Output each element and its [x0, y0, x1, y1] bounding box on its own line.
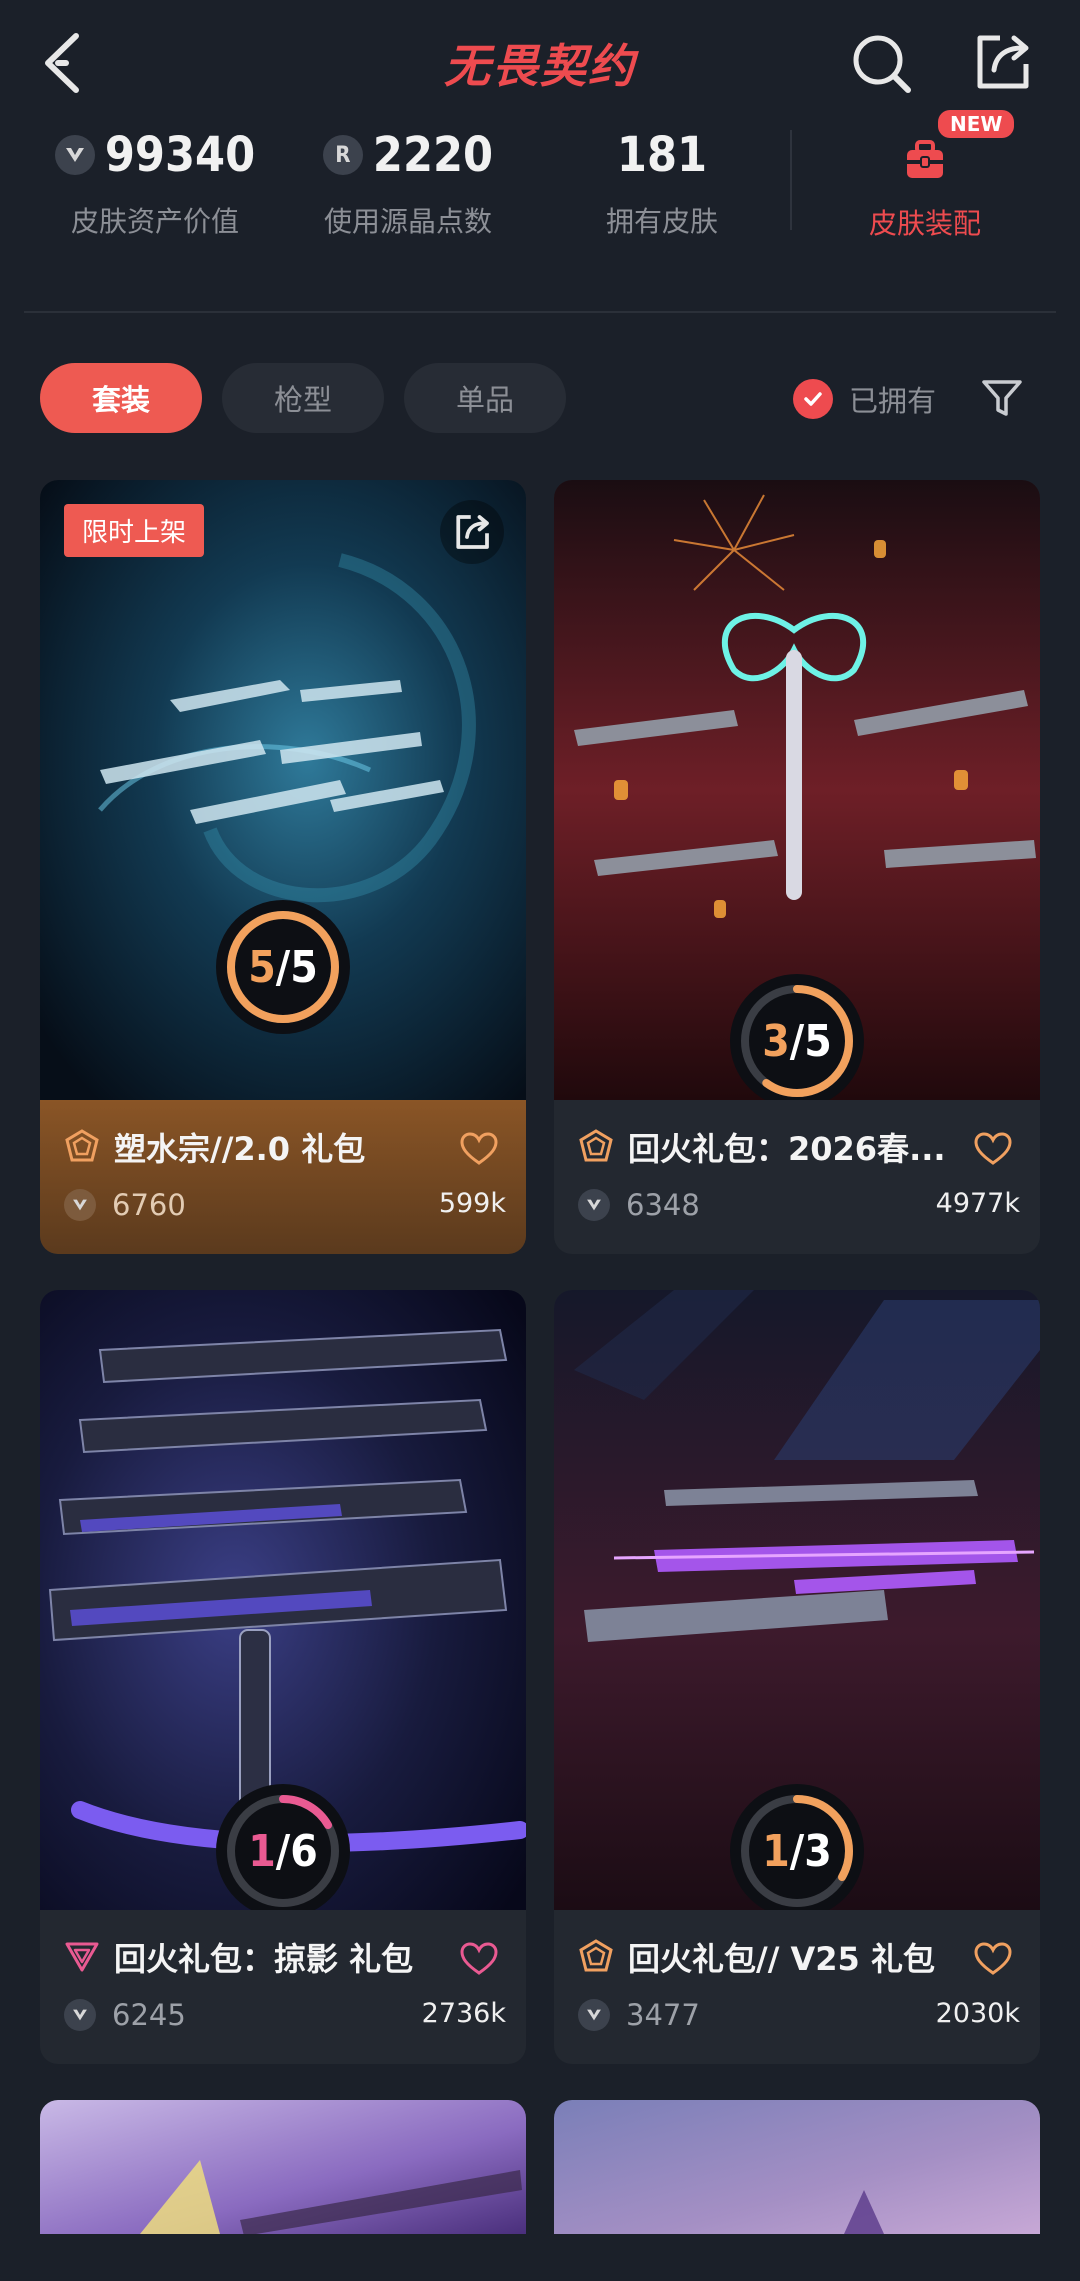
limited-time-badge: 限时上架	[64, 504, 205, 557]
owned-count: 1	[248, 1825, 276, 1877]
tier-triangle-icon	[65, 1942, 99, 1972]
likes-count: 599k	[438, 1188, 506, 1219]
price-value: 6760	[112, 1188, 186, 1222]
search-icon[interactable]	[850, 32, 914, 96]
bundle-card[interactable]: 3/5 回火礼包：2026春... 6348 4977k	[554, 480, 1040, 1254]
bundle-price: 6348	[578, 1188, 700, 1222]
heart-icon[interactable]	[460, 1942, 498, 1976]
bundle-card[interactable]: 1/6 回火礼包：掠影 礼包 6245 2736k	[40, 1290, 526, 2064]
tier-gem-icon	[579, 1129, 613, 1162]
app-logo-title: 无畏契约	[444, 39, 636, 93]
bundle-title: 回火礼包：2026春...	[628, 1130, 946, 1168]
tab-single-items[interactable]: 单品	[404, 363, 566, 433]
bundle-info: 回火礼包：2026春... 6348 4977k	[554, 1100, 1040, 1254]
owned-filter-toggle[interactable]: 已拥有	[793, 378, 936, 420]
checkmark-icon[interactable]	[793, 379, 833, 419]
valorant-points-icon	[578, 1999, 610, 2031]
stat-value: 2220	[372, 127, 494, 183]
top-bar: 无畏契约	[0, 0, 1080, 130]
bundle-card-partial[interactable]	[40, 2100, 526, 2234]
bundle-info: 回火礼包// V25 礼包 3477 2030k	[554, 1910, 1040, 2064]
tab-weapon-type[interactable]: 枪型	[222, 363, 384, 433]
likes-count: 4977k	[935, 1188, 1020, 1219]
bundle-artwork: 1/3	[554, 1290, 1040, 1910]
stat-value: 181	[616, 127, 708, 183]
tier-gem-icon	[579, 1939, 613, 1972]
collection-progress-ring: 1/6	[216, 1784, 350, 1910]
likes-count: 2030k	[935, 1998, 1020, 2029]
collection-progress-ring: 3/5	[730, 974, 864, 1100]
divider	[790, 130, 792, 230]
owned-count: 3	[762, 1015, 790, 1067]
stat-label: 拥有皮肤	[605, 205, 718, 238]
card-share-button[interactable]	[440, 500, 504, 564]
stat-label: 皮肤资产价值	[70, 205, 239, 238]
bundle-card[interactable]: 限时上架 5/5 塑水宗//2.0 礼包 6760 599k	[40, 480, 526, 1254]
bundle-title: 回火礼包：掠影 礼包	[114, 1940, 414, 1978]
new-badge: NEW	[938, 110, 1015, 138]
tier-gem-icon	[65, 1129, 99, 1162]
total-count: 5	[290, 941, 318, 993]
price-value: 3477	[626, 1998, 700, 2032]
bundle-artwork: 限时上架 5/5	[40, 480, 526, 1100]
bundle-title: 塑水宗//2.0 礼包	[114, 1130, 366, 1168]
share-icon	[456, 515, 489, 549]
filter-icon[interactable]	[980, 378, 1024, 418]
radianite-icon: R	[322, 135, 363, 175]
collection-progress-ring: 5/5	[216, 900, 350, 1034]
heart-icon[interactable]	[974, 1132, 1012, 1166]
owned-count: 5	[248, 941, 276, 993]
divider	[24, 311, 1056, 313]
stat-skin-asset-value: 99340 皮肤资产价值	[30, 120, 280, 240]
share-icon[interactable]	[970, 30, 1034, 94]
bundle-info: 塑水宗//2.0 礼包 6760 599k	[40, 1100, 526, 1254]
bundle-card[interactable]: 1/3 回火礼包// V25 礼包 3477 2030k	[554, 1290, 1040, 2064]
valorant-points-icon	[64, 1189, 96, 1221]
owned-count: 1	[762, 1825, 790, 1877]
bundle-artwork: 1/6	[40, 1290, 526, 1910]
total-count: 5	[804, 1015, 832, 1067]
owned-label: 已拥有	[849, 384, 937, 418]
collection-progress-ring: 1/3	[730, 1784, 864, 1910]
stat-radianite-points: R 2220 使用源晶点数	[283, 120, 533, 240]
bundle-price: 6760	[64, 1188, 186, 1222]
bundle-title: 回火礼包// V25 礼包	[628, 1940, 935, 1978]
price-value: 6245	[112, 1998, 186, 2032]
category-tabs: 套装 枪型 单品	[40, 363, 566, 433]
tab-bundles[interactable]: 套装	[40, 363, 202, 433]
likes-count: 2736k	[421, 1998, 506, 2029]
backpack-icon	[907, 140, 943, 178]
bundle-card-partial[interactable]	[554, 2100, 1040, 2234]
stat-value: 99340	[104, 127, 256, 183]
heart-icon[interactable]	[460, 1132, 498, 1166]
total-count: 6	[290, 1825, 318, 1877]
stat-owned-skins: 181 拥有皮肤	[537, 120, 787, 240]
valorant-points-icon	[64, 1999, 96, 2031]
price-value: 6348	[626, 1188, 700, 1222]
bottom-fade	[0, 2234, 1080, 2281]
heart-icon[interactable]	[974, 1942, 1012, 1976]
bundle-price: 6245	[64, 1998, 186, 2032]
total-count: 3	[804, 1825, 832, 1877]
valorant-points-icon	[54, 135, 95, 175]
bundle-info: 回火礼包：掠影 礼包 6245 2736k	[40, 1910, 526, 2064]
stat-label: 使用源晶点数	[323, 205, 492, 238]
bundle-price: 3477	[578, 1998, 700, 2032]
equip-label: 皮肤装配	[868, 207, 981, 240]
skin-equip-button[interactable]: NEW 皮肤装配	[810, 110, 1040, 242]
valorant-points-icon	[578, 1189, 610, 1221]
bundle-artwork: 3/5	[554, 480, 1040, 1100]
